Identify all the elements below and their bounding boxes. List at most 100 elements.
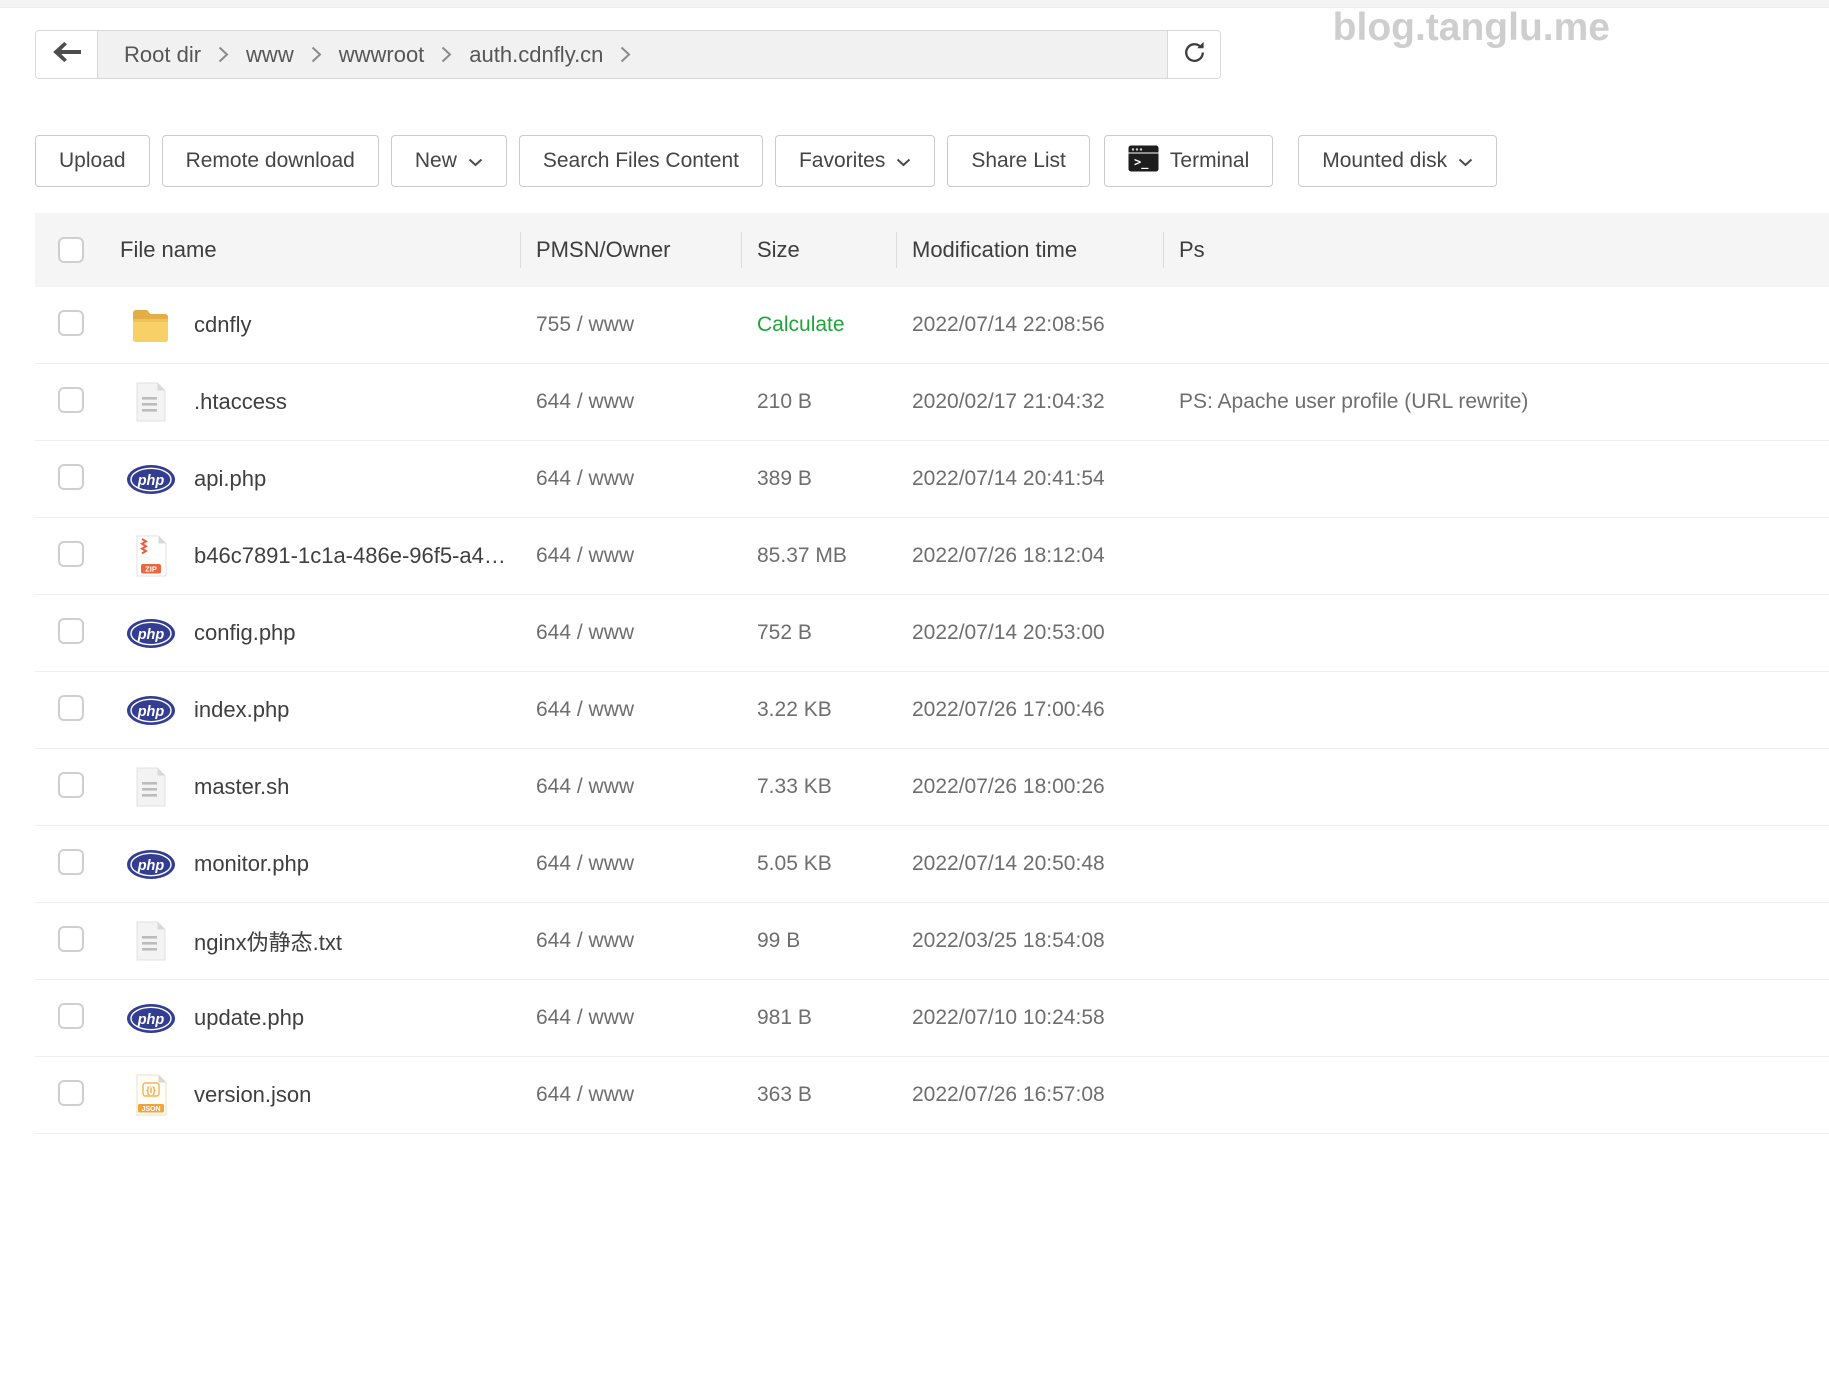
select-all-checkbox[interactable]	[58, 237, 84, 263]
column-header-modification-time[interactable]: Modification time	[896, 213, 1163, 287]
chevron-down-icon	[468, 158, 483, 167]
modification-time-value: 2022/07/26 16:57:08	[896, 1083, 1163, 1107]
modification-time-value: 2022/07/10 10:24:58	[896, 1006, 1163, 1030]
file-name-link[interactable]: b46c7891-1c1a-486e-96f5-a47...	[194, 543, 520, 569]
size-value: 363 B	[741, 1083, 896, 1107]
file-name-link[interactable]: .htaccess	[194, 389, 297, 415]
breadcrumb-item-www[interactable]: www	[246, 42, 294, 68]
column-header-pmsn-owner[interactable]: PMSN/Owner	[520, 213, 741, 287]
file-name-link[interactable]: index.php	[194, 697, 299, 723]
table-row: master.sh 644 / www 7.33 KB 2022/07/26 1…	[35, 749, 1829, 826]
row-checkbox[interactable]	[58, 310, 84, 336]
pmsn-owner-value: 644 / www	[520, 390, 741, 414]
breadcrumb-item-root[interactable]: Root dir	[124, 42, 201, 68]
breadcrumb-item-current[interactable]: auth.cdnfly.cn	[469, 42, 603, 68]
row-checkbox[interactable]	[58, 1080, 84, 1106]
pmsn-owner-value: 644 / www	[520, 698, 741, 722]
column-header-ps[interactable]: Ps	[1163, 213, 1829, 287]
text-file-icon	[125, 920, 177, 962]
chevron-down-icon	[1458, 158, 1473, 167]
size-value: 389 B	[741, 467, 896, 491]
breadcrumb-item-wwwroot[interactable]: wwwroot	[339, 42, 425, 68]
pmsn-owner-value: 644 / www	[520, 1006, 741, 1030]
back-button[interactable]	[36, 31, 98, 78]
svg-text:php: php	[137, 627, 165, 643]
breadcrumb: Root dir www wwwroot auth.cdnfly.cn	[98, 31, 1167, 78]
svg-text:php: php	[137, 858, 165, 874]
php-file-icon: php	[125, 458, 177, 500]
pmsn-owner-value: 644 / www	[520, 929, 741, 953]
table-row: php api.php 644 / www 389 B 2022/07/14 2…	[35, 441, 1829, 518]
svg-text:>_: >_	[1134, 155, 1149, 170]
path-bar: Root dir www wwwroot auth.cdnfly.cn	[35, 30, 1221, 79]
row-checkbox[interactable]	[58, 464, 84, 490]
table-row: php update.php 644 / www 981 B 2022/07/1…	[35, 980, 1829, 1057]
text-file-icon	[125, 381, 177, 423]
refresh-button[interactable]	[1167, 31, 1220, 78]
zip-file-icon: ZIP	[125, 535, 177, 577]
new-label: New	[415, 149, 457, 173]
favorites-dropdown-button[interactable]: Favorites	[775, 135, 935, 187]
svg-text:php: php	[137, 1012, 165, 1028]
table-row: nginx伪静态.txt 644 / www 99 B 2022/03/25 1…	[35, 903, 1829, 980]
modification-time-value: 2022/07/14 20:53:00	[896, 621, 1163, 645]
column-header-file-name[interactable]: File name	[120, 213, 520, 287]
upload-button[interactable]: Upload	[35, 135, 150, 187]
row-checkbox[interactable]	[58, 849, 84, 875]
terminal-icon: >_	[1128, 145, 1159, 178]
terminal-button[interactable]: >_ Terminal	[1104, 135, 1273, 187]
row-checkbox[interactable]	[58, 541, 84, 567]
file-name-link[interactable]: version.json	[194, 1082, 321, 1108]
php-file-icon: php	[125, 997, 177, 1039]
svg-text:ZIP: ZIP	[145, 565, 157, 574]
file-name-link[interactable]: api.php	[194, 466, 276, 492]
pmsn-owner-value: 644 / www	[520, 621, 741, 645]
table-row: .htaccess 644 / www 210 B 2020/02/17 21:…	[35, 364, 1829, 441]
table-row: {i} JSON version.json 644 / www 363 B 20…	[35, 1057, 1829, 1134]
file-name-link[interactable]: config.php	[194, 620, 306, 646]
modification-time-value: 2022/03/25 18:54:08	[896, 929, 1163, 953]
row-checkbox[interactable]	[58, 1003, 84, 1029]
search-files-content-label: Search Files Content	[543, 149, 739, 173]
mounted-disk-dropdown-button[interactable]: Mounted disk	[1298, 135, 1497, 187]
new-dropdown-button[interactable]: New	[391, 135, 507, 187]
file-name-link[interactable]: update.php	[194, 1005, 314, 1031]
ps-value: PS: Apache user profile (URL rewrite)	[1163, 390, 1829, 414]
chevron-right-icon	[620, 46, 631, 63]
pmsn-owner-value: 644 / www	[520, 544, 741, 568]
size-value: 210 B	[741, 390, 896, 414]
column-header-size[interactable]: Size	[741, 213, 896, 287]
row-checkbox[interactable]	[58, 926, 84, 952]
row-checkbox[interactable]	[58, 387, 84, 413]
mounted-disk-label: Mounted disk	[1322, 149, 1447, 173]
share-list-button[interactable]: Share List	[947, 135, 1090, 187]
file-name-link[interactable]: cdnfly	[194, 312, 261, 338]
file-table-body: cdnfly 755 / www Calculate 2022/07/14 22…	[35, 287, 1829, 1134]
chevron-right-icon	[218, 46, 229, 63]
chevron-down-icon	[896, 158, 911, 167]
watermark: blog.tanglu.me	[1333, 6, 1610, 50]
modification-time-value: 2022/07/14 20:50:48	[896, 852, 1163, 876]
search-files-content-button[interactable]: Search Files Content	[519, 135, 763, 187]
row-checkbox[interactable]	[58, 618, 84, 644]
modification-time-value: 2022/07/14 22:08:56	[896, 313, 1163, 337]
file-name-link[interactable]: nginx伪静态.txt	[194, 925, 352, 957]
php-file-icon: php	[125, 612, 177, 654]
file-name-link[interactable]: monitor.php	[194, 851, 319, 877]
pmsn-owner-value: 644 / www	[520, 467, 741, 491]
pmsn-owner-value: 644 / www	[520, 852, 741, 876]
file-table-header: File name PMSN/Owner Size Modification t…	[35, 213, 1829, 287]
pmsn-owner-value: 644 / www	[520, 1083, 741, 1107]
table-row: php config.php 644 / www 752 B 2022/07/1…	[35, 595, 1829, 672]
terminal-label: Terminal	[1170, 149, 1249, 173]
row-checkbox[interactable]	[58, 772, 84, 798]
calculate-size-link[interactable]: Calculate	[741, 313, 896, 337]
php-file-icon: php	[125, 843, 177, 885]
remote-download-button[interactable]: Remote download	[162, 135, 379, 187]
row-checkbox[interactable]	[58, 695, 84, 721]
svg-text:php: php	[137, 473, 165, 489]
json-file-icon: {i} JSON	[125, 1074, 177, 1116]
folder-icon	[125, 304, 177, 346]
file-name-link[interactable]: master.sh	[194, 774, 299, 800]
size-value: 3.22 KB	[741, 698, 896, 722]
